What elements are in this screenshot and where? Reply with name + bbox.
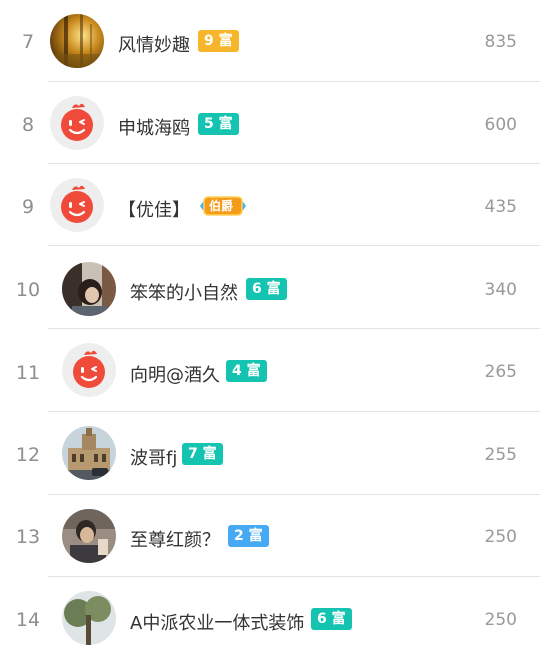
user-name: 向明@酒久 [130,365,220,386]
list-item[interactable]: 10 笨笨的小自然 6 富 340 [0,246,540,329]
avatar[interactable] [62,591,116,645]
noble-title-badge: 伯爵 [198,194,248,218]
score-value: 255 [484,445,517,465]
default-avatar-wink-icon [50,96,104,150]
list-item[interactable]: 14 A中派农业一体式装饰 6 富 250 [0,577,540,659]
score-value: 340 [484,280,517,300]
list-item[interactable]: 13 至尊红颜？ 2 富 250 [0,495,540,577]
score-value: 250 [484,610,517,630]
badge-label: 富 [248,528,263,544]
default-avatar-wink-icon [62,343,116,397]
badge-label: 富 [218,116,233,132]
rich-level-badge: 4 富 [226,360,267,382]
badge-number: 7 [188,446,198,462]
rich-level-badge: 6 富 [246,278,287,300]
person-avatar-icon [62,509,116,563]
score-value: 250 [484,527,517,547]
rank-number: 14 [15,609,41,631]
score-value: 265 [484,362,517,382]
user-name: 波哥fj [130,448,178,469]
list-item[interactable]: 7 风情妙趣 9 富 835 [0,0,540,82]
user-name: 【优佳】 [118,200,190,221]
rank-number: 7 [21,31,35,53]
rank-number: 9 [21,196,35,218]
user-name: 申城海鸥 [118,118,190,139]
avatar[interactable] [50,96,104,150]
avatar[interactable] [50,178,104,232]
badge-label: 伯爵 [209,199,234,213]
tree-avatar-icon [62,591,116,645]
list-item[interactable]: 11 向明@酒久 4 富 265 [0,329,540,412]
badge-label: 富 [331,611,346,627]
rich-level-badge: 6 富 [311,608,352,630]
user-name: 风情妙趣 [118,35,190,56]
badge-number: 6 [317,611,327,627]
rich-level-badge: 7 富 [182,443,223,465]
leaderboard-list: 7 风情妙趣 9 富 835 8 申城海鸥 5 富 600 9 【优佳】 伯爵 … [0,0,540,645]
rich-level-badge: 5 富 [198,113,239,135]
rank-number: 10 [15,279,41,301]
building-avatar-icon [62,426,116,480]
badge-number: 2 [234,528,244,544]
list-item[interactable]: 9 【优佳】 伯爵 435 [0,164,540,246]
rank-number: 8 [21,114,35,136]
person-avatar-icon [62,262,116,316]
rank-number: 12 [15,444,41,466]
rich-level-badge: 9 富 [198,30,239,52]
score-value: 835 [484,32,517,52]
badge-label: 富 [218,33,233,49]
avatar[interactable] [62,343,116,397]
badge-label: 富 [246,363,261,379]
default-avatar-wink-icon [50,178,104,232]
badge-number: 6 [252,281,262,297]
user-name: A中派农业一体式装饰 [130,613,305,634]
score-value: 435 [484,197,517,217]
avatar[interactable] [62,426,116,480]
user-name: 笨笨的小自然 [130,283,238,304]
rank-number: 11 [15,362,41,384]
list-item[interactable]: 8 申城海鸥 5 富 600 [0,82,540,164]
list-item[interactable]: 12 波哥fj 7 富 255 [0,412,540,495]
avatar[interactable] [50,14,104,68]
badge-number: 4 [232,363,242,379]
avatar[interactable] [62,262,116,316]
badge-number: 5 [204,116,214,132]
badge-label: 富 [266,281,281,297]
avatar[interactable] [62,509,116,563]
user-name: 至尊红颜？ [130,530,220,551]
badge-number: 9 [204,33,214,49]
rich-level-badge: 2 富 [228,525,269,547]
score-value: 600 [484,115,517,135]
badge-label: 富 [202,446,217,462]
forest-avatar-icon [50,14,104,68]
rank-number: 13 [15,526,41,548]
